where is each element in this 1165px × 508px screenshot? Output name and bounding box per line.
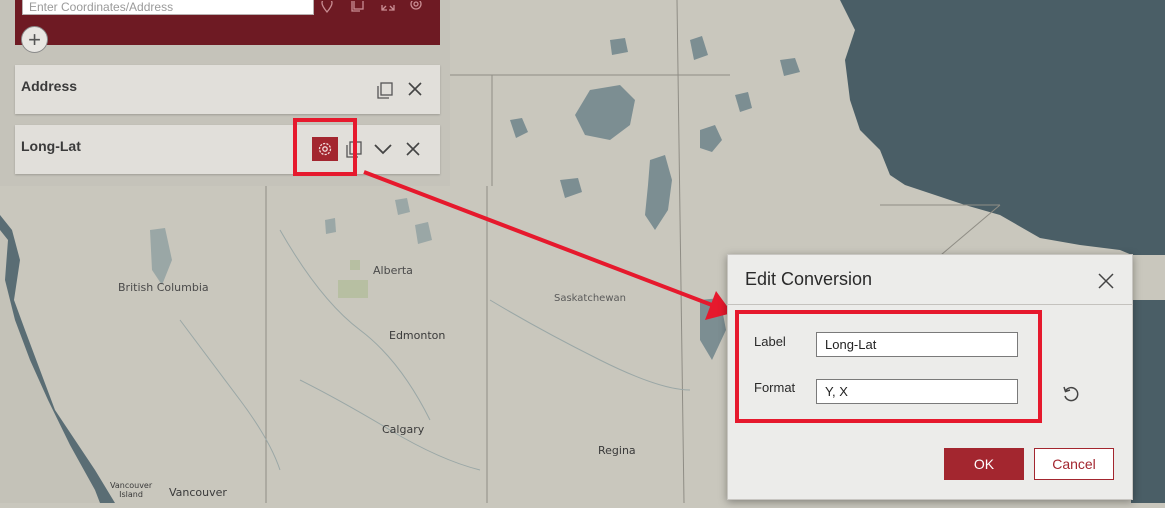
conversion-label: Long-Lat <box>21 138 81 154</box>
dialog-title: Edit Conversion <box>745 269 873 289</box>
map-label-vancouver: Vancouver <box>169 486 227 499</box>
reset-icon[interactable] <box>1061 384 1081 404</box>
map-label-edmonton: Edmonton <box>389 329 446 342</box>
map-label-regina: Regina <box>598 444 636 457</box>
coordinate-input[interactable] <box>22 0 314 15</box>
copy-icon[interactable] <box>350 0 366 12</box>
callout-box-fields <box>735 310 1042 423</box>
conversion-card-address: Address <box>15 65 440 114</box>
cancel-button[interactable]: Cancel <box>1034 448 1114 480</box>
map-label-alberta: Alberta <box>373 264 413 277</box>
close-icon[interactable] <box>403 139 423 159</box>
dialog-divider <box>728 304 1132 305</box>
gear-icon[interactable] <box>408 0 424 12</box>
map-label-vancouver-island-line1: Vancouver <box>110 481 153 490</box>
map-label-british-columbia: British Columbia <box>118 281 209 294</box>
close-icon[interactable] <box>1096 271 1116 291</box>
chevron-down-icon[interactable] <box>373 139 393 159</box>
close-icon[interactable] <box>405 79 425 99</box>
map-label-vancouver-island-line2: Island <box>119 490 143 499</box>
conversion-panel: + Address Long-Lat <box>0 0 450 186</box>
map-label-calgary: Calgary <box>382 423 425 436</box>
copy-icon[interactable] <box>375 80 395 100</box>
map-label-saskatchewan: Saskatchewan <box>554 293 626 304</box>
callout-box-gear <box>293 118 357 176</box>
ok-button[interactable]: OK <box>944 448 1024 480</box>
conversion-card-long-lat: Long-Lat <box>15 125 440 174</box>
conversion-label: Address <box>21 78 78 94</box>
map-label-vancouver-island: Vancouver Island <box>110 481 152 499</box>
add-conversion-button[interactable]: + <box>21 26 48 53</box>
map-pin-icon[interactable] <box>319 0 335 14</box>
coordinate-input-card <box>15 0 440 45</box>
expand-icon[interactable] <box>380 0 396 12</box>
plus-icon: + <box>28 26 41 52</box>
